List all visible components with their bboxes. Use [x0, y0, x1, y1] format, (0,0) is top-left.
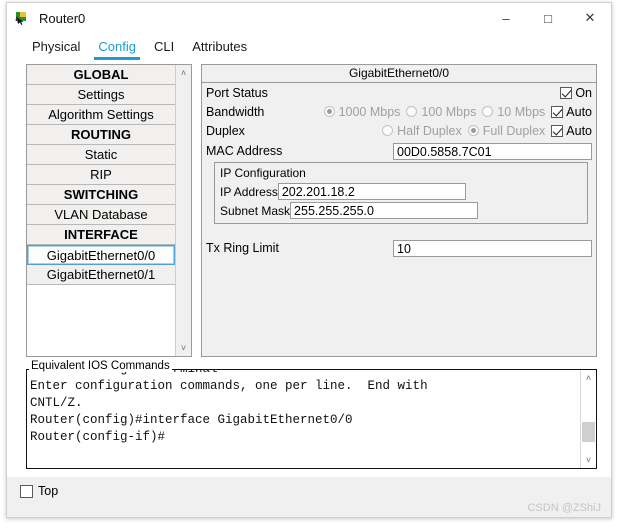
bandwidth-row: Bandwidth 1000 Mbps 100 Mbps 10 Mbps Aut… [202, 102, 596, 121]
title-bar: Router0 – □ ✕ [7, 3, 611, 33]
ios-console-scrollbar[interactable]: ˄ ˅ [580, 370, 596, 468]
scroll-up-icon[interactable]: ˄ [581, 370, 596, 386]
bandwidth-option-10-label: 10 Mbps [497, 104, 546, 119]
port-status-on-label: On [575, 85, 592, 100]
sidebar-item-vlan-database[interactable]: VLAN Database [27, 205, 175, 225]
scroll-down-icon[interactable]: ˅ [176, 340, 191, 356]
top-checkbox-label: Top [38, 484, 59, 498]
radio-icon[interactable] [382, 125, 394, 136]
ip-configuration-group: IP Configuration IP Address 202.201.18.2… [214, 162, 588, 224]
ip-configuration-legend: IP Configuration [220, 165, 306, 180]
minimize-icon[interactable]: – [485, 3, 527, 33]
bandwidth-option-1000-label: 1000 Mbps [338, 104, 401, 119]
window-controls: – □ ✕ [485, 3, 611, 33]
router-config-window: Router0 – □ ✕ Physical Config CLI Attrib… [6, 2, 612, 518]
mac-address-input[interactable]: 00D0.5858.7C01 [393, 142, 592, 160]
ios-commands-console[interactable]: Router#configure terminal Enter configur… [26, 369, 597, 469]
close-icon[interactable]: ✕ [569, 3, 611, 33]
sidebar-item-static[interactable]: Static [27, 145, 175, 165]
duplex-option-half[interactable]: Half Duplex [382, 124, 462, 138]
mac-address-row: MAC Address 00D0.5858.7C01 [202, 140, 596, 162]
checkbox-icon[interactable] [560, 86, 573, 99]
ios-commands-label: Equivalent IOS Commands [29, 360, 172, 372]
ip-address-row: IP Address 202.201.18.2 [215, 182, 587, 201]
sidebar-group-switching: SWITCHING [27, 185, 175, 205]
bandwidth-auto-label: Auto [566, 104, 592, 119]
tab-config[interactable]: Config [89, 37, 145, 60]
checkbox-icon[interactable] [20, 484, 33, 498]
sidebar-group-routing: ROUTING [27, 125, 175, 145]
bandwidth-option-100-label: 100 Mbps [421, 104, 477, 119]
ip-config-legend-row: IP Configuration [215, 163, 587, 182]
window-title: Router0 [39, 10, 86, 26]
subnet-mask-row: Subnet Mask 255.255.255.0 [215, 201, 587, 220]
window-footer: Top CSDN @ZShiJ [7, 477, 611, 517]
duplex-option-full[interactable]: Full Duplex [467, 123, 546, 138]
duplex-option-full-label: Full Duplex [482, 123, 546, 138]
mac-address-label: MAC Address [206, 144, 283, 158]
ip-address-input[interactable]: 202.201.18.2 [277, 183, 466, 200]
subnet-mask-input[interactable]: 255.255.255.0 [290, 202, 479, 219]
tab-cli[interactable]: CLI [145, 37, 183, 60]
sidebar-item-algorithm-settings[interactable]: Algorithm Settings [27, 105, 175, 125]
maximize-icon[interactable]: □ [527, 3, 569, 33]
tab-bar: Physical Config CLI Attributes [7, 33, 611, 60]
config-content: GLOBAL Settings Algorithm Settings ROUTI… [7, 60, 611, 477]
bandwidth-label: Bandwidth [206, 104, 265, 119]
sidebar-scrollbar[interactable]: ˄ ˅ [175, 65, 191, 356]
port-status-row: Port Status On [202, 83, 596, 102]
ip-address-label: IP Address [220, 184, 278, 199]
tx-ring-limit-row: Tx Ring Limit 10 [202, 237, 596, 259]
radio-icon[interactable] [323, 106, 335, 117]
watermark: CSDN @ZShiJ [527, 502, 601, 514]
tab-physical[interactable]: Physical [23, 37, 89, 60]
router-device-icon [15, 10, 31, 26]
interface-config-panel: GigabitEthernet0/0 Port Status On Bandwi… [201, 64, 597, 357]
radio-icon[interactable] [406, 106, 418, 117]
radio-icon[interactable] [482, 106, 494, 117]
bandwidth-option-100[interactable]: 100 Mbps [406, 105, 476, 119]
checkbox-icon[interactable] [551, 105, 564, 118]
scroll-down-icon[interactable]: ˅ [581, 452, 596, 468]
duplex-auto-label: Auto [566, 123, 592, 138]
duplex-label: Duplex [206, 123, 245, 138]
tx-ring-limit-label: Tx Ring Limit [206, 241, 279, 255]
sidebar-item-rip[interactable]: RIP [27, 165, 175, 185]
config-sidebar: GLOBAL Settings Algorithm Settings ROUTI… [26, 64, 192, 357]
sidebar-item-gigabitethernet0-1[interactable]: GigabitEthernet0/1 [27, 265, 175, 285]
radio-icon[interactable] [467, 125, 479, 136]
scroll-up-icon[interactable]: ˄ [176, 65, 191, 81]
sidebar-group-interface: INTERFACE [27, 225, 175, 245]
ios-commands-text: Router#configure terminal Enter configur… [30, 369, 428, 444]
duplex-auto-toggle[interactable]: Auto [551, 124, 592, 138]
sidebar-group-global: GLOBAL [27, 65, 175, 85]
port-status-on-toggle[interactable]: On [560, 86, 592, 100]
port-status-label: Port Status [206, 85, 268, 100]
bandwidth-option-10[interactable]: 10 Mbps [482, 105, 545, 119]
bandwidth-auto-toggle[interactable]: Auto [551, 105, 592, 119]
sidebar-item-settings[interactable]: Settings [27, 85, 175, 105]
sidebar-item-gigabitethernet0-0[interactable]: GigabitEthernet0/0 [27, 245, 175, 265]
checkbox-icon[interactable] [551, 124, 564, 137]
subnet-mask-label: Subnet Mask [220, 203, 291, 218]
tx-ring-limit-input[interactable]: 10 [393, 239, 592, 257]
top-checkbox[interactable]: Top [20, 484, 58, 498]
scrollbar-thumb[interactable] [582, 422, 595, 442]
tab-attributes[interactable]: Attributes [183, 37, 256, 60]
panel-title: GigabitEthernet0/0 [202, 65, 596, 83]
config-sidebar-list: GLOBAL Settings Algorithm Settings ROUTI… [27, 65, 175, 356]
bandwidth-option-1000[interactable]: 1000 Mbps [323, 104, 401, 119]
duplex-row: Duplex Half Duplex Full Duplex Auto [202, 121, 596, 140]
duplex-option-half-label: Half Duplex [397, 123, 462, 138]
